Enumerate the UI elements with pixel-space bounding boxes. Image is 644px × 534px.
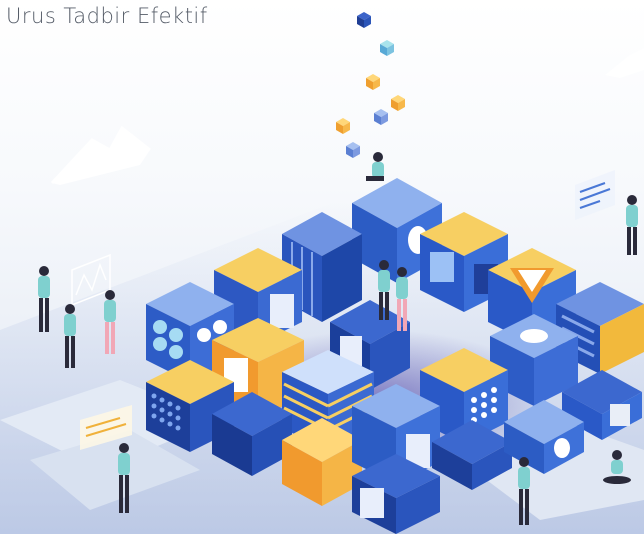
person-right (626, 195, 638, 255)
person-sitting-top (366, 152, 384, 181)
hero-illustration: Urus Tadbir Efektif (0, 0, 644, 534)
mountain-outline-right (605, 48, 644, 78)
floating-small-cubes (336, 12, 405, 158)
isometric-blocks-illustration (0, 12, 644, 534)
presentation-board-right (575, 170, 615, 220)
mountain-outline-left (50, 125, 151, 185)
